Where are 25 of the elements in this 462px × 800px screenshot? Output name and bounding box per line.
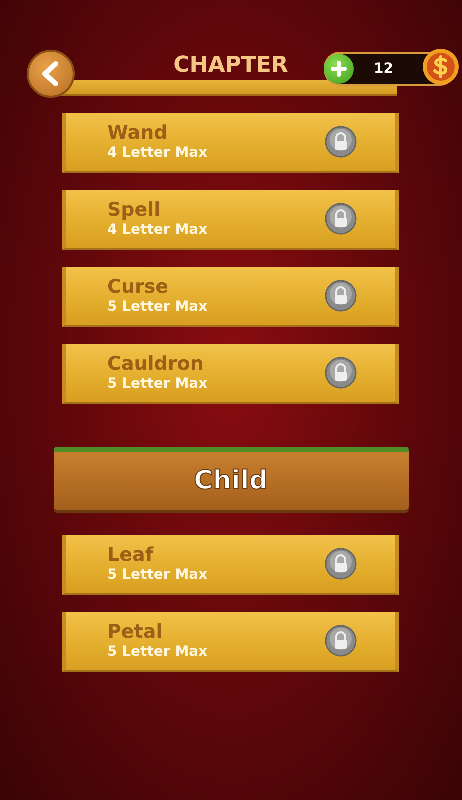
chapter-plank[interactable]: Spell 4 Letter Max — [62, 190, 398, 250]
chapter-plank[interactable]: Leaf 5 Letter Max — [62, 535, 398, 595]
add-coins-button[interactable] — [324, 54, 354, 84]
letter-limit: 5 Letter Max — [108, 299, 208, 316]
chapter-name: Curse — [108, 276, 170, 299]
chapter-plank[interactable]: Curse 5 Letter Max — [62, 267, 398, 327]
back-button[interactable] — [27, 50, 75, 98]
letter-limit: 5 Letter Max — [108, 376, 208, 393]
coin-count: 12 — [374, 61, 394, 77]
chapter-name: Leaf — [108, 544, 155, 567]
letter-limit: 4 Letter Max — [108, 222, 208, 239]
category-name: Child — [194, 466, 268, 496]
chapter-name: Petal — [108, 621, 164, 644]
plus-icon — [331, 61, 347, 77]
chapter-plank[interactable]: Petal 5 Letter Max — [62, 612, 398, 672]
chapter-name: Wand — [108, 122, 169, 145]
chapter-plank[interactable]: Wand 4 Letter Max — [62, 113, 398, 173]
letter-limit: 5 Letter Max — [108, 644, 208, 661]
chapter-name: Spell — [108, 199, 162, 222]
chapter-name: Cauldron — [108, 353, 205, 376]
chapter-plank[interactable]: Cauldron 5 Letter Max — [62, 344, 398, 404]
letter-limit: 5 Letter Max — [108, 567, 208, 584]
dollar-coin-icon — [422, 48, 460, 86]
screen-title: CHAPTER — [174, 52, 288, 80]
letter-limit: 4 Letter Max — [108, 145, 208, 162]
